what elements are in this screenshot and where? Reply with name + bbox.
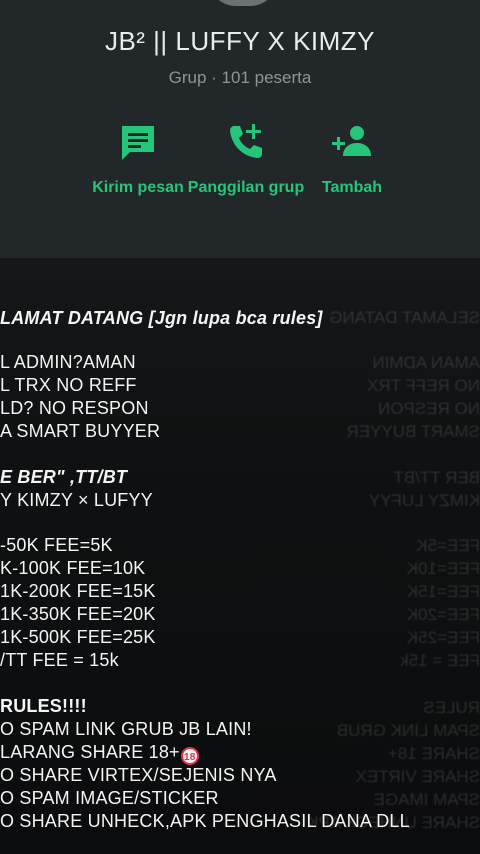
rule-line-18: LARANG SHARE 18+ 18 xyxy=(0,742,199,765)
rule-line: L ADMIN?AMAN xyxy=(0,352,136,372)
send-message-label: Kirim pesan xyxy=(92,179,184,196)
fee-line: 1K-200K FEE=15K xyxy=(0,581,156,601)
rule-line: O SHARE VIRTEX/SEJENIS NYA xyxy=(0,765,277,785)
header-line: E BER" ,TT/BT xyxy=(0,467,128,487)
rule-line: A SMART BUYYER xyxy=(0,421,161,441)
rule-text: LARANG SHARE 18+ xyxy=(0,742,180,762)
rule-line: LD? NO RESPON xyxy=(0,398,149,418)
add-person-icon xyxy=(330,120,374,164)
welcome-line: LAMAT DATANG [Jgn lupa bca rules] xyxy=(0,308,323,328)
group-call-button[interactable]: Panggilan grup xyxy=(186,120,306,198)
send-message-button[interactable]: Kirim pesan xyxy=(78,120,198,198)
message-icon xyxy=(116,120,160,164)
group-actions: Kirim pesan Panggilan grup Tambah xyxy=(0,120,480,240)
group-avatar[interactable] xyxy=(208,0,278,6)
group-info-header: JB² || LUFFY X KIMZY Grup · 101 peserta … xyxy=(0,0,480,258)
group-description: SELAMAT DATANG AMAN ADMIN NO REFF TRX NO… xyxy=(0,258,480,854)
mirrored-reflection: SELAMAT DATANG AMAN ADMIN NO REFF TRX NO… xyxy=(307,308,480,832)
group-title: JB² || LUFFY X KIMZY xyxy=(104,26,376,56)
rule-line: O SPAM IMAGE/STICKER xyxy=(0,788,219,808)
no-18-icon: 18 xyxy=(180,747,199,765)
owner-line: Y KIMZY × LUFYY xyxy=(0,490,153,510)
group-participants-count: Grup · 101 peserta xyxy=(168,68,312,87)
add-participant-button[interactable]: Tambah xyxy=(292,120,412,198)
rule-line: O SHARE UNHECK,APK PENGHASIL DANA DLL xyxy=(0,811,410,831)
fee-line: /TT FEE = 15k xyxy=(0,650,119,670)
fee-line: 1K-500K FEE=25K xyxy=(0,627,156,647)
fee-line: K-100K FEE=10K xyxy=(0,558,146,578)
rule-line: L TRX NO REFF xyxy=(0,375,137,395)
fee-line: 1K-350K FEE=20K xyxy=(0,604,156,624)
add-participant-label: Tambah xyxy=(321,179,383,196)
group-call-label: Panggilan grup xyxy=(187,179,305,196)
add-call-icon xyxy=(224,120,268,164)
rule-line: O SPAM LINK GRUB JB LAIN! xyxy=(0,719,252,739)
rules-heading: RULES!!!! xyxy=(0,696,87,716)
fee-line: -50K FEE=5K xyxy=(0,535,113,555)
